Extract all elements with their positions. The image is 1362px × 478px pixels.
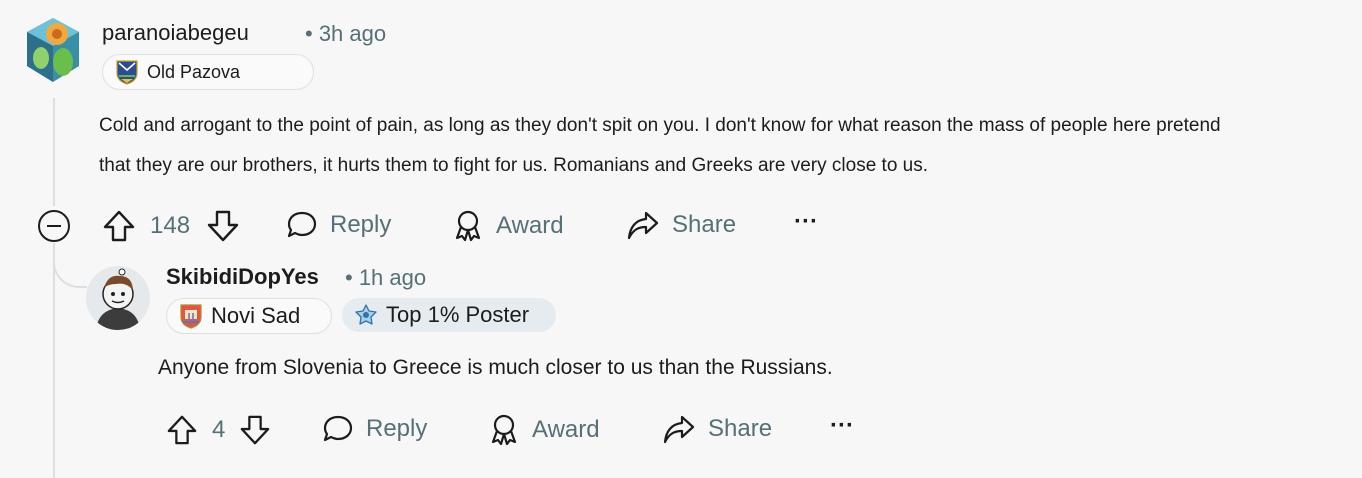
timestamp[interactable]: • 3h ago <box>305 21 386 47</box>
comment-thread: paranoiabegeu • 3h ago Old Pazova Cold a… <box>0 0 1362 478</box>
more-icon: ··· <box>830 412 854 439</box>
comment-body: Cold and arrogant to the point of pain, … <box>99 106 1349 186</box>
share-button[interactable]: Share <box>662 412 772 446</box>
share-label: Share <box>672 211 737 238</box>
share-icon <box>663 415 695 444</box>
city-crest-icon <box>179 303 203 329</box>
reply-button[interactable]: Reply <box>322 412 427 446</box>
upvote-button[interactable] <box>166 412 198 448</box>
more-options-button[interactable]: ··· <box>830 412 854 440</box>
reply-connector <box>53 243 87 288</box>
top-poster-badge: Top 1% Poster <box>342 298 556 332</box>
more-icon: ··· <box>794 208 818 235</box>
vote-count: 4 <box>212 416 226 443</box>
downvote-button[interactable] <box>206 208 240 244</box>
reply-button[interactable]: Reply <box>286 208 391 242</box>
comment-icon <box>287 211 317 238</box>
avatar[interactable] <box>23 16 83 86</box>
user-flair: Novi Sad <box>166 298 332 334</box>
share-icon <box>627 211 659 240</box>
reply-label: Reply <box>366 415 428 442</box>
user-flair: Old Pazova <box>102 54 314 90</box>
share-label: Share <box>708 415 773 442</box>
username[interactable]: paranoiabegeu <box>102 20 249 46</box>
minus-icon <box>47 225 61 227</box>
upvote-icon <box>103 210 135 242</box>
downvote-icon <box>241 415 270 445</box>
comment-icon <box>323 415 353 442</box>
avatar[interactable] <box>86 266 150 330</box>
badge-label: Top 1% Poster <box>386 302 530 327</box>
top-poster-icon <box>354 303 378 327</box>
comment-body-line: Cold and arrogant to the point of pain, … <box>99 115 1221 136</box>
award-label: Award <box>496 212 564 239</box>
downvote-icon <box>207 210 239 242</box>
comment-body: Anyone from Slovenia to Greece is much c… <box>158 356 833 379</box>
award-label: Award <box>532 416 600 443</box>
thread-line[interactable] <box>53 243 55 478</box>
reply-label: Reply <box>330 211 392 238</box>
upvote-icon <box>167 415 197 445</box>
thread-line[interactable] <box>53 98 55 206</box>
downvote-button[interactable] <box>239 412 271 448</box>
vote-group: 4 <box>166 412 271 448</box>
flair-label: Novi Sad <box>211 303 301 328</box>
vote-group: 148 <box>102 208 240 244</box>
award-button[interactable]: Award <box>488 412 600 448</box>
username[interactable]: SkibidiDopYes <box>166 264 319 290</box>
timestamp[interactable]: • 1h ago <box>345 265 426 291</box>
vote-count: 148 <box>150 212 191 239</box>
award-icon <box>491 414 517 446</box>
more-options-button[interactable]: ··· <box>794 208 818 236</box>
share-button[interactable]: Share <box>626 208 736 242</box>
upvote-button[interactable] <box>102 208 136 244</box>
flair-label: Old Pazova <box>147 61 241 82</box>
collapse-thread-button[interactable] <box>38 210 70 242</box>
coat-of-arms-icon <box>115 59 139 85</box>
award-button[interactable]: Award <box>452 208 564 244</box>
comment-body-line: that they are our brothers, it hurts the… <box>99 155 929 176</box>
award-icon <box>455 210 481 242</box>
